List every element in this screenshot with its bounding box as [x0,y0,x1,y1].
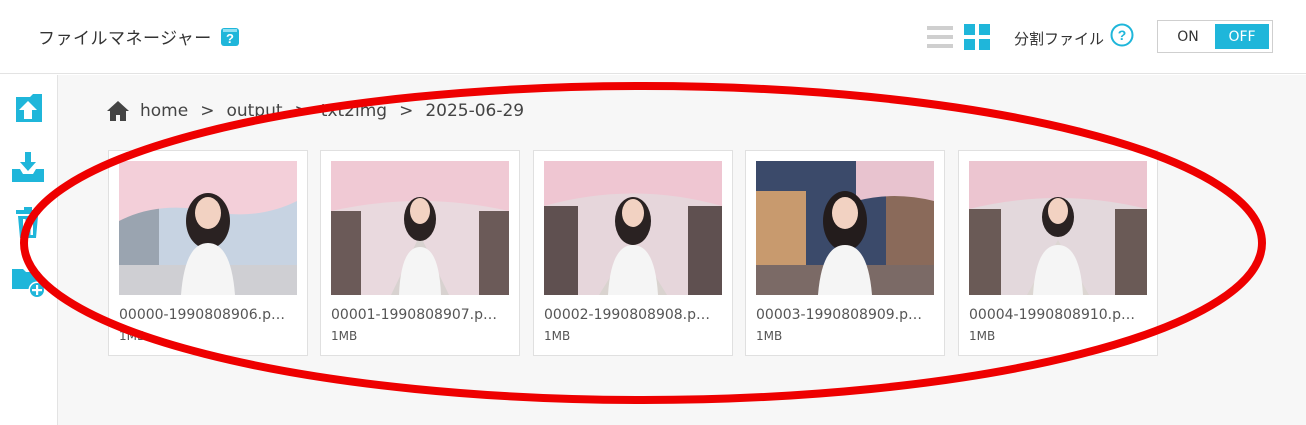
list-view-icon[interactable] [927,24,953,50]
toggle-on-option[interactable]: ON [1161,24,1215,49]
grid-view-icon[interactable] [964,24,990,50]
breadcrumb: home > output > txt2img > 2025-06-29 [106,99,524,123]
toggle-off-option[interactable]: OFF [1215,24,1269,49]
download-icon[interactable] [10,149,46,185]
split-file-label: 分割ファイル [1014,30,1105,48]
image-thumbnail[interactable] [756,161,934,295]
file-size: 1MB [331,329,358,343]
breadcrumb-output[interactable]: output [226,101,282,121]
file-card[interactable]: 00002-1990808908.p… 1MB [533,150,733,356]
image-thumbnail[interactable] [331,161,509,295]
home-icon[interactable] [106,100,130,122]
split-file-toggle[interactable]: ON OFF [1157,20,1273,53]
breadcrumb-txt2img[interactable]: txt2img [321,101,387,121]
file-browser: home > output > txt2img > 2025-06-29 000… [58,75,1306,425]
breadcrumb-current-date: 2025-06-29 [425,101,525,121]
new-folder-icon[interactable] [10,263,46,299]
file-size: 1MB [969,329,996,343]
image-thumbnail[interactable] [119,161,297,295]
file-name: 00000-1990808906.p… [119,307,285,323]
image-thumbnail[interactable] [969,161,1147,295]
help-circle-icon[interactable]: ? [1110,23,1134,47]
breadcrumb-separator: > [200,101,215,121]
file-card[interactable]: 00004-1990808910.p… 1MB [958,150,1158,356]
upload-icon[interactable] [10,91,46,127]
file-name: 00002-1990808908.p… [544,307,710,323]
file-size: 1MB [756,329,783,343]
file-card[interactable]: 00001-1990808907.p… 1MB [320,150,520,356]
action-sidebar [0,75,58,425]
file-name: 00001-1990808907.p… [331,307,497,323]
header-bar: ファイルマネージャー ? 分割ファイル ? ON OFF [0,0,1306,74]
breadcrumb-home[interactable]: home [140,101,188,121]
file-card[interactable]: 00003-1990808909.p… 1MB [745,150,945,356]
file-size: 1MB [119,329,146,343]
file-name: 00003-1990808909.p… [756,307,922,323]
help-book-icon[interactable]: ? [220,27,240,47]
file-size: 1MB [544,329,571,343]
svg-text:?: ? [1118,27,1127,43]
svg-text:?: ? [226,31,234,46]
image-thumbnail[interactable] [544,161,722,295]
breadcrumb-separator: > [294,101,309,121]
trash-icon[interactable] [10,205,46,241]
breadcrumb-separator: > [399,101,414,121]
app-title: ファイルマネージャー [38,29,212,49]
file-name: 00004-1990808910.p… [969,307,1135,323]
file-card[interactable]: 00000-1990808906.p… 1MB [108,150,308,356]
